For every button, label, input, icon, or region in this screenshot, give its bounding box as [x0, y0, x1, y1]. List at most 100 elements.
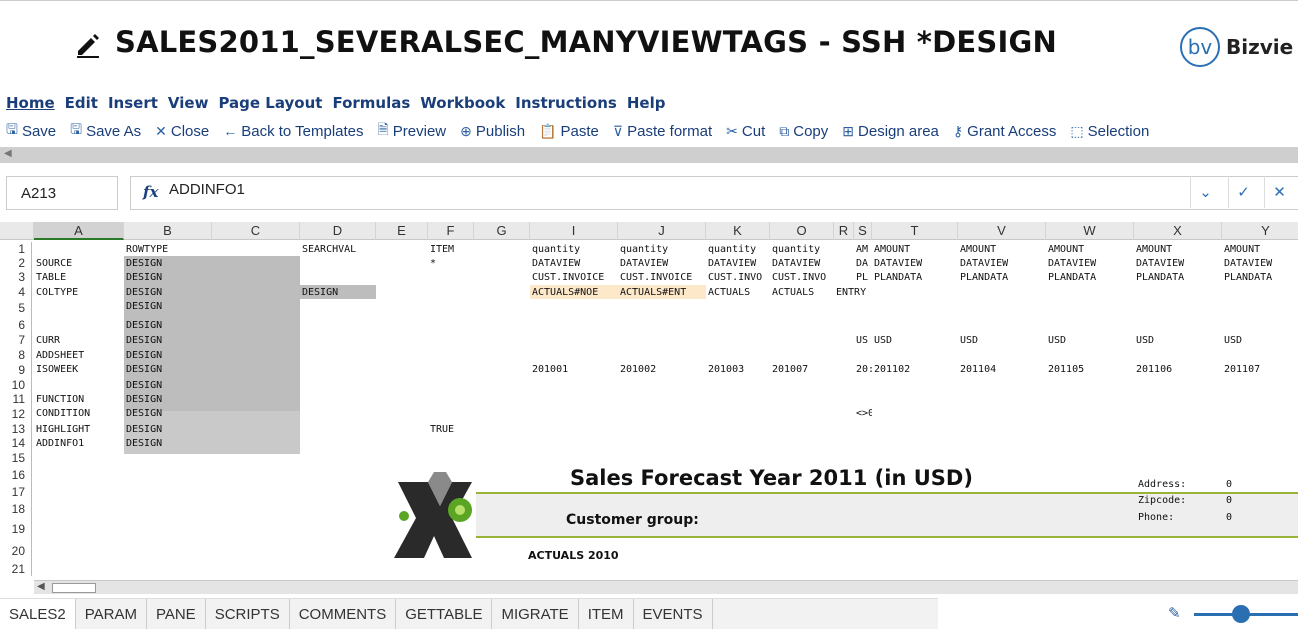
cut-button[interactable]: ✂ Cut: [726, 123, 765, 140]
cell-w9[interactable]: 201105: [1048, 363, 1134, 376]
formula-value[interactable]: ADDINFO1: [169, 181, 245, 198]
select-all-corner[interactable]: [0, 222, 34, 240]
column-header-w[interactable]: W: [1046, 222, 1134, 240]
cell-v1[interactable]: AMOUNT: [960, 243, 1046, 256]
copy-button[interactable]: ⧉ Copy: [779, 123, 828, 140]
back-to-templates-button[interactable]: ← Back to Templates: [223, 123, 363, 140]
column-header-g[interactable]: G: [474, 222, 530, 240]
scrollbar-thumb[interactable]: [52, 583, 96, 593]
cell-v3[interactable]: PLANDATA: [960, 271, 1046, 284]
cell-b3[interactable]: DESIGN: [126, 271, 212, 284]
cell-b13[interactable]: DESIGN: [126, 423, 212, 436]
cell-w3[interactable]: PLANDATA: [1048, 271, 1134, 284]
cell-b12[interactable]: DESIGN: [126, 407, 212, 420]
row-header-8[interactable]: 8: [0, 348, 32, 362]
cell-a11[interactable]: FUNCTION: [36, 393, 124, 406]
toolbar-scrollbar[interactable]: ◀: [0, 147, 1298, 163]
cell-x3[interactable]: PLANDATA: [1136, 271, 1222, 284]
cell-f2[interactable]: *: [430, 257, 474, 270]
design-area-button[interactable]: ⊞ Design area: [842, 123, 939, 140]
cell-b6[interactable]: DESIGN: [126, 319, 212, 332]
menu-home[interactable]: Home: [6, 94, 55, 114]
sheet-tab-migrate[interactable]: MIGRATE: [492, 599, 579, 629]
column-header-t[interactable]: T: [872, 222, 958, 240]
cell-b5[interactable]: DESIGN: [126, 300, 212, 313]
cell-i9[interactable]: 201001: [532, 363, 618, 376]
cell-w2[interactable]: DATAVIEW: [1048, 257, 1134, 270]
cell-a3[interactable]: TABLE: [36, 271, 124, 284]
sheet-tab-events[interactable]: EVENTS: [634, 599, 713, 629]
sheet-tab-scripts[interactable]: SCRIPTS: [206, 599, 290, 629]
cell-b11[interactable]: DESIGN: [126, 393, 212, 406]
menu-help[interactable]: Help: [627, 94, 666, 114]
cell-b2[interactable]: DESIGN: [126, 257, 212, 270]
column-header-a[interactable]: A: [34, 222, 124, 240]
cell-j3[interactable]: CUST.INVOICE: [620, 271, 706, 284]
cell-w1[interactable]: AMOUNT: [1048, 243, 1134, 256]
column-header-c[interactable]: C: [212, 222, 300, 240]
sheet-horizontal-scrollbar[interactable]: ◀: [34, 580, 1298, 594]
column-header-o[interactable]: O: [770, 222, 834, 240]
cell-b4[interactable]: DESIGN: [126, 286, 212, 299]
cell-a7[interactable]: CURR: [36, 334, 124, 347]
paste-button[interactable]: 📋 Paste: [539, 123, 599, 140]
cell-reference-box[interactable]: A213: [6, 176, 118, 210]
paste-format-button[interactable]: ⊽ Paste format: [613, 123, 712, 140]
row-header-7[interactable]: 7: [0, 333, 32, 348]
menu-workbook[interactable]: Workbook: [420, 94, 505, 114]
cell-j9[interactable]: 201002: [620, 363, 706, 376]
save-button[interactable]: 🖫 Save: [6, 119, 56, 143]
column-header-k[interactable]: K: [706, 222, 770, 240]
menu-view[interactable]: View: [168, 94, 209, 114]
row-header-18[interactable]: 18: [0, 500, 32, 519]
cell-s3[interactable]: PL: [856, 271, 872, 284]
cell-t2[interactable]: DATAVIEW: [874, 257, 958, 270]
cell-t1[interactable]: AMOUNT: [874, 243, 958, 256]
cell-b14[interactable]: DESIGN: [126, 437, 212, 450]
column-header-s[interactable]: S: [854, 222, 872, 240]
column-header-y[interactable]: Y: [1222, 222, 1298, 240]
row-header-16[interactable]: 16: [0, 466, 32, 484]
sheet-tab-comments[interactable]: COMMENTS: [290, 599, 397, 629]
sheet-tab-item[interactable]: ITEM: [579, 599, 634, 629]
cell-f13[interactable]: TRUE: [430, 423, 474, 436]
cell-v7[interactable]: USD: [960, 334, 1046, 347]
scroll-left-icon[interactable]: ◀: [4, 148, 12, 159]
cell-f1[interactable]: ITEM: [430, 243, 474, 256]
row-header-11[interactable]: 11: [0, 392, 32, 406]
cell-k2[interactable]: DATAVIEW: [708, 257, 770, 270]
spreadsheet-grid[interactable]: ABCDEFGIJKORSTVWXY 1 2 3 4 5 6 7 8 9 10 11 12 13 14 15…: [0, 222, 1298, 580]
cell-t9[interactable]: 201102: [874, 363, 958, 376]
row-header-15[interactable]: 15: [0, 450, 32, 466]
cell-v9[interactable]: 201104: [960, 363, 1046, 376]
row-header-9[interactable]: 9: [0, 362, 32, 378]
cell-o4[interactable]: ACTUALS: [772, 286, 834, 299]
cell-y7[interactable]: USD: [1224, 334, 1298, 347]
row-header-6[interactable]: 6: [0, 318, 32, 333]
cell-i2[interactable]: DATAVIEW: [532, 257, 618, 270]
row-header-10[interactable]: 10: [0, 378, 32, 392]
grant-access-button[interactable]: ⚷ Grant Access: [953, 123, 1056, 140]
cell-j2[interactable]: DATAVIEW: [620, 257, 706, 270]
column-header-j[interactable]: J: [618, 222, 706, 240]
cell-a2[interactable]: SOURCE: [36, 257, 124, 270]
save-as-button[interactable]: 🖫 Save As: [70, 119, 141, 143]
scroll-left-icon[interactable]: ◀: [37, 581, 45, 592]
cell-t7[interactable]: USD: [874, 334, 958, 347]
cell-a9[interactable]: ISOWEEK: [36, 363, 124, 376]
cancel-x-icon[interactable]: ✕: [1264, 176, 1294, 208]
publish-button[interactable]: ⊕ Publish: [460, 123, 525, 140]
cell-i4[interactable]: ACTUALS#NOE: [532, 286, 618, 299]
cell-a12[interactable]: CONDITION: [36, 407, 124, 420]
cell-s12[interactable]: <>0: [856, 407, 872, 420]
row-header-14[interactable]: 14: [0, 436, 32, 450]
cell-k1[interactable]: quantity: [708, 243, 770, 256]
row-header-4[interactable]: 4: [0, 285, 32, 299]
cell-a14[interactable]: ADDINFO1: [36, 437, 124, 450]
cell-b8[interactable]: DESIGN: [126, 349, 212, 362]
column-header-f[interactable]: F: [428, 222, 474, 240]
cell-x2[interactable]: DATAVIEW: [1136, 257, 1222, 270]
column-header-e[interactable]: E: [376, 222, 428, 240]
cell-i3[interactable]: CUST.INVOICE: [532, 271, 618, 284]
preview-button[interactable]: 🗎 Preview: [378, 119, 447, 143]
